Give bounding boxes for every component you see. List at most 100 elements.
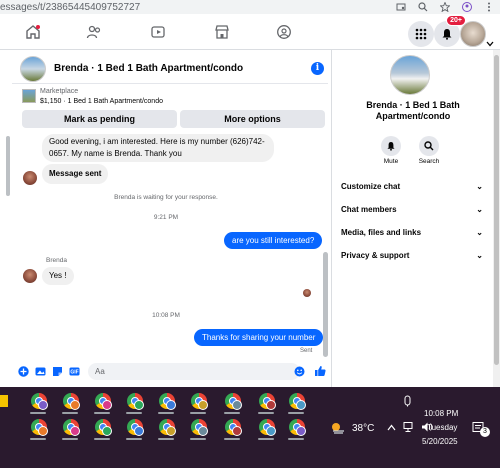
sent-status: Sent	[300, 348, 313, 354]
cast-icon[interactable]	[396, 2, 406, 12]
chrome-profile-app-icon[interactable]	[224, 392, 242, 410]
page-scrollbar-thumb[interactable]	[494, 55, 499, 365]
chrome-profile-app-icon[interactable]	[288, 418, 306, 436]
section-media-files-links[interactable]: Media, files and links ⌄	[341, 228, 483, 237]
waiting-notice: Brenda is waiting for your response.	[114, 194, 218, 201]
more-options-button[interactable]: More options	[180, 110, 325, 128]
section-label: Media, files and links	[341, 228, 422, 237]
chat-title[interactable]: Brenda · 1 Bed 1 Bath Apartment/condo	[54, 63, 243, 74]
bell-icon	[442, 29, 452, 40]
pinned-app-icon[interactable]	[0, 395, 8, 407]
top-navigation: 20+	[0, 14, 500, 50]
running-indicator	[126, 412, 142, 414]
incoming-message[interactable]: Good evening, i am interested. Here is m…	[42, 134, 274, 162]
groups-icon[interactable]	[276, 24, 292, 40]
chat-header: Brenda · 1 Bed 1 Bath Apartment/condo i	[12, 54, 328, 84]
profile-avatar[interactable]	[460, 21, 486, 47]
home-icon[interactable]	[25, 24, 41, 40]
running-indicator	[158, 412, 174, 414]
running-indicator	[94, 438, 110, 440]
chrome-profile-app-icon[interactable]	[94, 392, 112, 410]
chrome-profile-app-icon[interactable]	[62, 418, 80, 436]
marketplace-icon[interactable]	[214, 24, 230, 40]
listing-small-thumbnail[interactable]	[22, 89, 36, 103]
menu-icon[interactable]	[484, 2, 494, 12]
mute-label: Mute	[383, 158, 399, 165]
section-label: Privacy & support	[341, 251, 410, 260]
search-conversation-button[interactable]	[419, 136, 439, 156]
running-indicator	[94, 412, 110, 414]
gif-icon[interactable]: GIF	[69, 366, 80, 377]
photo-icon[interactable]	[35, 366, 46, 377]
sender-avatar[interactable]	[23, 269, 37, 283]
chevron-up-icon[interactable]	[387, 424, 396, 431]
page-scrollbar[interactable]	[493, 50, 500, 387]
chrome-profile-app-icon[interactable]	[30, 392, 48, 410]
chat-scrollbar[interactable]	[323, 252, 328, 357]
chrome-profile-app-icon[interactable]	[224, 418, 242, 436]
running-indicator	[158, 438, 174, 440]
chrome-profile-app-icon[interactable]	[258, 392, 276, 410]
clock-time[interactable]: 10:08 PM	[424, 409, 458, 418]
chrome-profile-app-icon[interactable]	[94, 418, 112, 436]
info-icon[interactable]: i	[311, 62, 324, 75]
meet-now-icon[interactable]	[403, 395, 413, 407]
chrome-profile-app-icon[interactable]	[190, 418, 208, 436]
listing-price-title[interactable]: $1,150 · 1 Bed 1 Bath Apartment/condo	[40, 98, 163, 105]
outgoing-message[interactable]: Thanks for sharing your number	[194, 329, 324, 346]
chrome-profile-app-icon[interactable]	[288, 392, 306, 410]
chrome-profile-app-icon[interactable]	[158, 392, 176, 410]
running-indicator	[258, 412, 274, 414]
chevron-down-icon[interactable]	[486, 40, 494, 48]
search-label: Search	[418, 158, 440, 165]
bell-icon	[387, 142, 395, 151]
star-icon[interactable]	[440, 2, 450, 12]
account-icon[interactable]	[462, 2, 472, 12]
mark-as-pending-button[interactable]: Mark as pending	[22, 110, 177, 128]
chrome-profile-app-icon[interactable]	[158, 418, 176, 436]
chrome-profile-app-icon[interactable]	[126, 418, 144, 436]
running-indicator	[62, 412, 78, 414]
section-privacy-support[interactable]: Privacy & support ⌄	[341, 251, 483, 260]
running-indicator	[224, 438, 240, 440]
chat-scrollbar-left[interactable]	[6, 136, 10, 196]
chrome-profile-app-icon[interactable]	[258, 418, 276, 436]
add-icon[interactable]	[18, 366, 29, 377]
listing-large-thumbnail[interactable]	[390, 55, 430, 95]
section-chat-members[interactable]: Chat members ⌄	[341, 205, 483, 214]
browser-url-bar[interactable]: essages/t/23865445409752727	[0, 0, 500, 14]
search-icon[interactable]	[418, 2, 428, 12]
chat-panel: Brenda · 1 Bed 1 Bath Apartment/condo i …	[0, 50, 332, 387]
clock-date[interactable]: 5/20/2025	[422, 437, 458, 446]
clock-day[interactable]: Tuesday	[427, 423, 457, 432]
network-icon[interactable]	[403, 421, 415, 433]
running-indicator	[288, 438, 304, 440]
sticker-icon[interactable]	[52, 366, 63, 377]
sender-avatar[interactable]	[23, 171, 37, 185]
section-customize-chat[interactable]: Customize chat ⌄	[341, 182, 483, 191]
running-indicator	[30, 412, 46, 414]
timestamp: 10:08 PM	[152, 312, 180, 319]
chrome-profile-app-icon[interactable]	[126, 392, 144, 410]
mute-button[interactable]	[381, 136, 401, 156]
chevron-down-icon: ⌄	[476, 205, 483, 214]
outgoing-message[interactable]: are you still interested?	[224, 232, 323, 249]
weather-icon[interactable]	[330, 421, 346, 435]
incoming-message[interactable]: Message sent	[42, 164, 109, 184]
message-input[interactable]: Aa	[88, 363, 300, 380]
notifications-button[interactable]: 20+	[434, 15, 466, 47]
like-icon[interactable]	[314, 365, 326, 377]
chrome-profile-app-icon[interactable]	[30, 418, 48, 436]
chrome-profile-app-icon[interactable]	[190, 392, 208, 410]
section-label: Chat members	[341, 205, 397, 214]
menu-grid-button[interactable]	[408, 21, 434, 47]
friends-icon[interactable]	[86, 24, 102, 40]
temperature[interactable]: 38°C	[352, 423, 374, 434]
emoji-icon[interactable]	[294, 366, 305, 377]
chrome-profile-app-icon[interactable]	[62, 392, 80, 410]
notification-count: 3	[480, 427, 490, 437]
url-text[interactable]: essages/t/23865445409752727	[0, 2, 140, 13]
video-icon[interactable]	[150, 24, 166, 40]
incoming-message[interactable]: Yes !	[42, 267, 74, 285]
listing-thumbnail[interactable]	[20, 55, 46, 82]
